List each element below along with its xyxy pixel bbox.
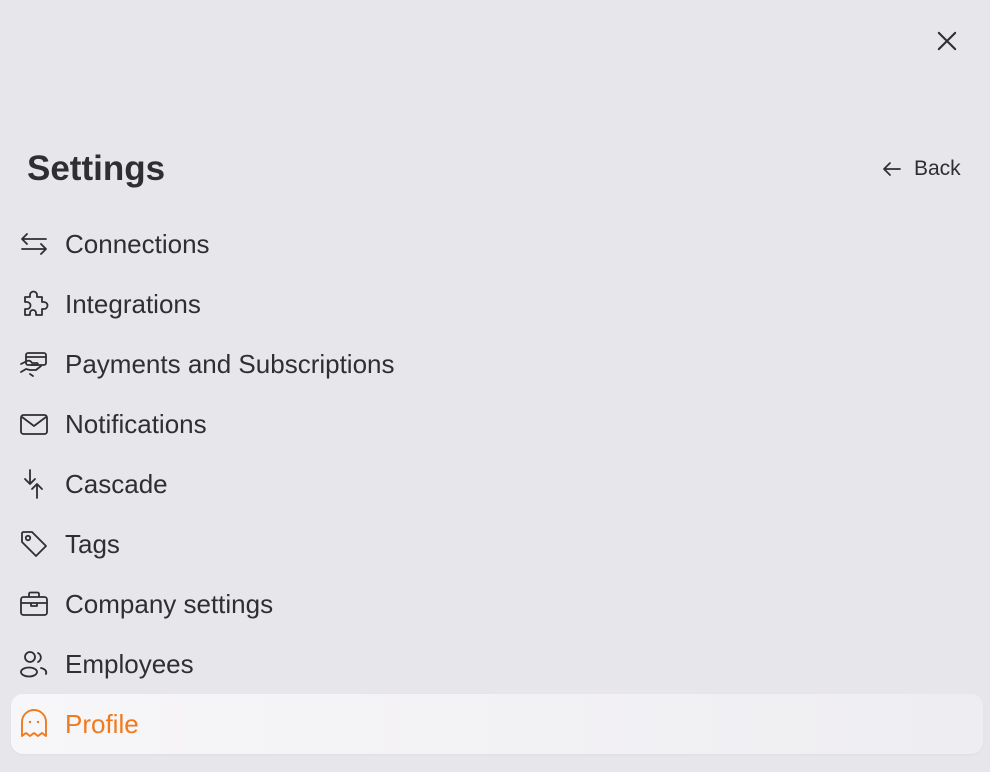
menu-item-employees[interactable]: Employees	[11, 634, 983, 694]
menu-item-profile[interactable]: Profile	[11, 694, 983, 754]
menu-item-integrations[interactable]: Integrations	[11, 274, 983, 334]
users-icon	[17, 647, 51, 681]
menu-item-label: Profile	[65, 708, 139, 739]
close-icon	[937, 31, 957, 51]
close-button[interactable]	[930, 24, 964, 58]
briefcase-icon	[17, 587, 51, 621]
ghost-icon	[17, 707, 51, 741]
arrows-exchange-icon	[17, 227, 51, 261]
menu-item-label: Cascade	[65, 468, 168, 499]
menu-item-tags[interactable]: Tags	[11, 514, 983, 574]
settings-panel: Settings Back Connections Integrations P…	[0, 0, 990, 772]
menu-item-connections[interactable]: Connections	[11, 214, 983, 274]
menu-item-payments[interactable]: Payments and Subscriptions	[11, 334, 983, 394]
envelope-icon	[17, 407, 51, 441]
menu-item-label: Employees	[65, 648, 194, 679]
menu-item-label: Integrations	[65, 288, 201, 319]
menu-item-label: Tags	[65, 528, 120, 559]
payment-hand-icon	[17, 347, 51, 381]
page-title: Settings	[27, 149, 166, 188]
menu-item-label: Connections	[65, 228, 210, 259]
menu-item-label: Payments and Subscriptions	[65, 348, 395, 379]
back-label: Back	[914, 157, 961, 180]
menu-item-label: Notifications	[65, 408, 207, 439]
tag-icon	[17, 527, 51, 561]
menu-item-company-settings[interactable]: Company settings	[11, 574, 983, 634]
back-button[interactable]: Back	[880, 155, 961, 183]
puzzle-icon	[17, 287, 51, 321]
cascade-arrows-icon	[17, 467, 51, 501]
arrow-left-icon	[883, 162, 901, 176]
menu-item-cascade[interactable]: Cascade	[11, 454, 983, 514]
settings-menu: Connections Integrations Payments and Su…	[11, 214, 983, 754]
menu-item-label: Company settings	[65, 588, 274, 619]
menu-item-notifications[interactable]: Notifications	[11, 394, 983, 454]
